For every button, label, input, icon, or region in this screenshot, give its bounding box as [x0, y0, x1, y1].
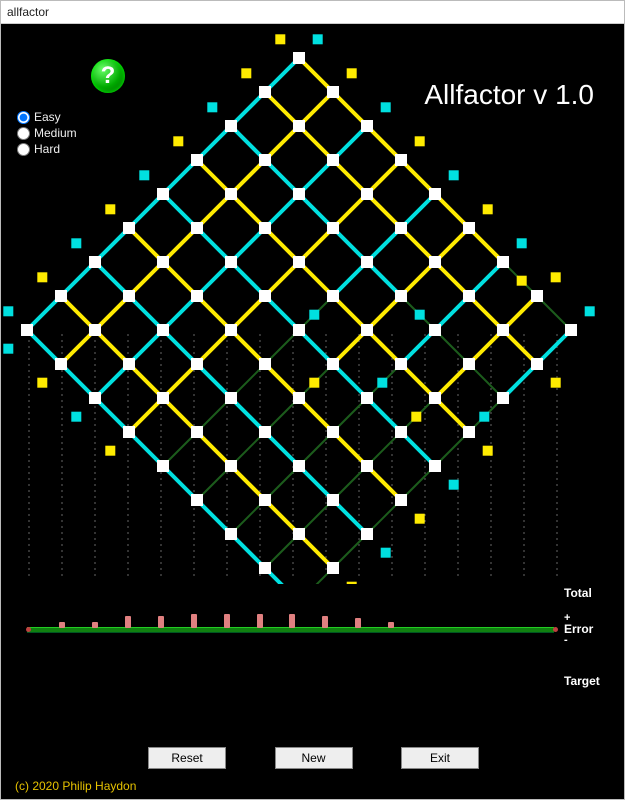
error-tick	[59, 622, 65, 628]
totals-row-cell: 1	[44, 586, 80, 604]
new-button[interactable]: New	[275, 747, 353, 769]
targets-row-cell: 0	[506, 674, 542, 692]
totals-row-cell: 3	[374, 586, 410, 604]
targets-row-cell: 0	[44, 674, 80, 692]
totals-row-cell: 1	[440, 586, 476, 604]
targets-row-cell: 1	[407, 674, 443, 692]
client-area: ? Allfactor v 1.0 Easy Medium Hard 11234…	[1, 24, 624, 799]
error-tick	[191, 614, 197, 628]
reset-button[interactable]: Reset	[148, 747, 226, 769]
targets-row-cell: 0	[77, 674, 113, 692]
targets-row-cell: 1	[308, 674, 344, 692]
targets-row-cell: 2	[275, 674, 311, 692]
error-bar	[27, 627, 554, 633]
totals-row-cell: 2	[407, 586, 443, 604]
error-tick	[224, 614, 230, 628]
targets-row-cell: 2	[374, 674, 410, 692]
totals-row-cell: 3	[110, 586, 146, 604]
targets-row-cell: 1	[473, 674, 509, 692]
targets-row-cell: 0	[110, 674, 146, 692]
targets-label: Target	[564, 674, 614, 688]
totals-row-cell: 1	[11, 586, 47, 604]
totals-row-cell: 5	[308, 586, 344, 604]
error-tick	[322, 616, 328, 628]
exit-button[interactable]: Exit	[401, 747, 479, 769]
error-tick	[92, 622, 98, 628]
totals-row-cell: 6	[209, 586, 245, 604]
error-tick	[257, 614, 263, 628]
targets-row-cell: 2	[341, 674, 377, 692]
error-tick	[26, 627, 31, 632]
error-tick	[553, 627, 558, 632]
error-tick	[125, 616, 131, 628]
error-tick	[289, 614, 295, 628]
targets-row-cell: 1	[242, 674, 278, 692]
targets-row-cell: 1	[176, 674, 212, 692]
copyright: (c) 2020 Philip Haydon	[15, 779, 136, 793]
targets-row-cell: 0	[143, 674, 179, 692]
totals-row-cell: 0	[506, 586, 542, 604]
totals-label: Total	[564, 586, 614, 600]
targets-row-cell: 0	[11, 674, 47, 692]
totals-row-cell: 4	[341, 586, 377, 604]
totals-row-cell: 0	[473, 586, 509, 604]
game-board[interactable]	[1, 24, 625, 584]
error-tick	[388, 622, 394, 628]
totals-row-cell: 4	[143, 586, 179, 604]
app-window: allfactor ? Allfactor v 1.0 Easy Medium …	[0, 0, 625, 800]
error-minus: -	[564, 634, 614, 646]
totals-row-cell: 6	[275, 586, 311, 604]
targets-row-cell: 2	[440, 674, 476, 692]
totals-row-cell: 7	[242, 586, 278, 604]
button-bar: Reset New Exit	[1, 747, 625, 769]
error-tick	[158, 616, 164, 628]
targets-row-cell: 1	[209, 674, 245, 692]
totals-row-cell: 2	[77, 586, 113, 604]
window-title: allfactor	[1, 1, 624, 24]
error-tick	[355, 618, 361, 628]
totals-row-cell: 5	[176, 586, 212, 604]
